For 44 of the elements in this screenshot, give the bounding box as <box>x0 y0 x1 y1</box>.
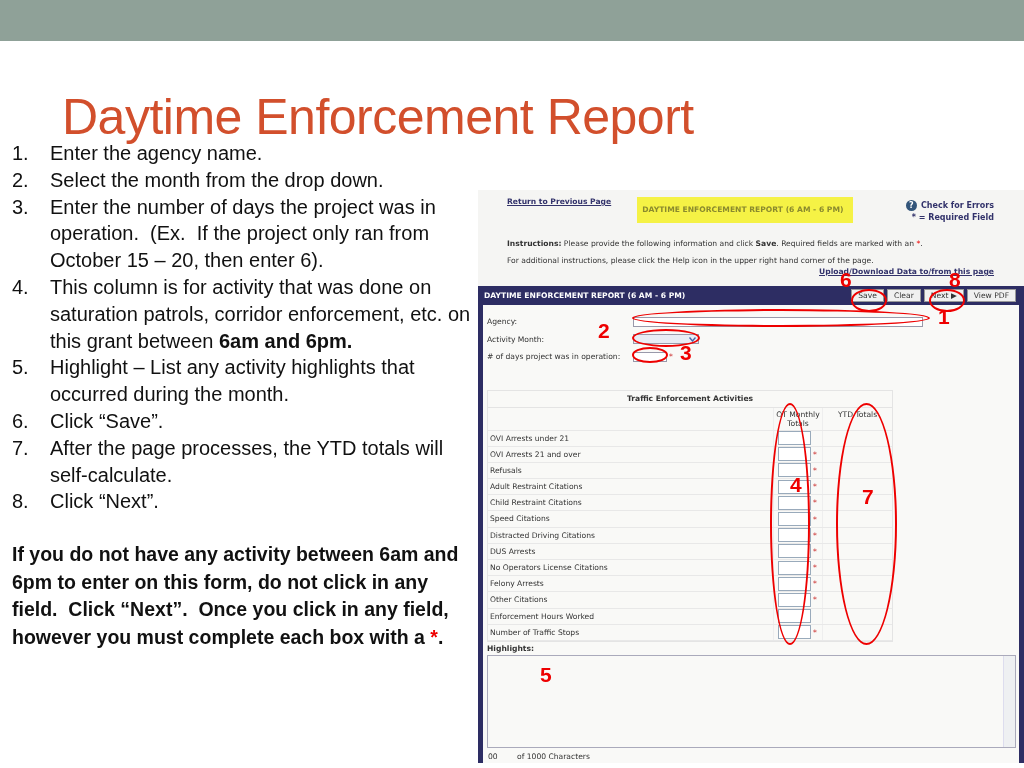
step-number: 7. <box>12 435 30 461</box>
slide-title: Daytime Enforcement Report <box>62 88 695 145</box>
input-field[interactable] <box>778 431 811 446</box>
input-field[interactable] <box>778 625 811 640</box>
input-field[interactable] <box>778 463 811 478</box>
step-number: 3. <box>12 194 30 220</box>
step-number: 4. <box>12 275 30 300</box>
required-legend: * = Required Field <box>905 213 994 222</box>
input-field[interactable] <box>778 592 811 607</box>
callout-number: 7 <box>862 488 874 505</box>
input-field[interactable] <box>778 479 811 494</box>
step-number: 1. <box>12 141 30 166</box>
callout-number: 4 <box>790 476 802 493</box>
month-dropdown[interactable] <box>633 334 699 345</box>
callout-number: 3 <box>680 344 692 361</box>
step-text: Highlight – List any activity highlights that occurred during the month. <box>50 355 416 408</box>
caret-icon <box>689 336 696 342</box>
check-errors-link[interactable]: Check for Errors <box>920 201 994 210</box>
step-text: This column is for activity that was done on saturation patrols, corridor enforcement, etc. on this grant between 6am and 6pm. <box>50 275 472 354</box>
input-field[interactable] <box>778 495 811 510</box>
step-text: After the page processes, the YTD totals will self-calculate. <box>50 435 445 488</box>
input-field[interactable] <box>633 351 667 362</box>
input-field[interactable] <box>633 316 923 327</box>
input-field[interactable] <box>778 528 811 543</box>
step-text: Click “Next”. <box>50 489 160 515</box>
step-number: 8. <box>12 489 30 515</box>
note-text: If you do not have any activity between 6am and 6pm to enter on this form, do not click in any field. Click “Next”. Once you click in any field, however you must complete each box with a *. <box>12 542 460 650</box>
step-number: 6. <box>12 408 30 434</box>
step-text: Enter the number of days the project was in operation. (Ex. If the project only ran from October 15 – 20, then enter 6). <box>50 194 437 274</box>
help-icon[interactable]: ? <box>905 200 917 211</box>
callout-number: 5 <box>540 666 552 683</box>
callout-number: 2 <box>598 322 610 339</box>
step-number: 5. <box>12 355 30 381</box>
step-number: 2. <box>12 167 30 193</box>
highlights-field[interactable] <box>487 654 1016 748</box>
input-field[interactable] <box>778 560 811 575</box>
step-text: Select the month from the drop down. <box>50 167 385 193</box>
input-field[interactable] <box>778 576 811 591</box>
step-text: Click “Save”. <box>50 408 165 434</box>
input-field[interactable] <box>778 447 811 462</box>
input-field[interactable] <box>778 609 811 624</box>
input-field[interactable] <box>778 512 811 527</box>
input-field[interactable] <box>778 544 811 559</box>
scrollbar[interactable] <box>1003 655 1015 747</box>
